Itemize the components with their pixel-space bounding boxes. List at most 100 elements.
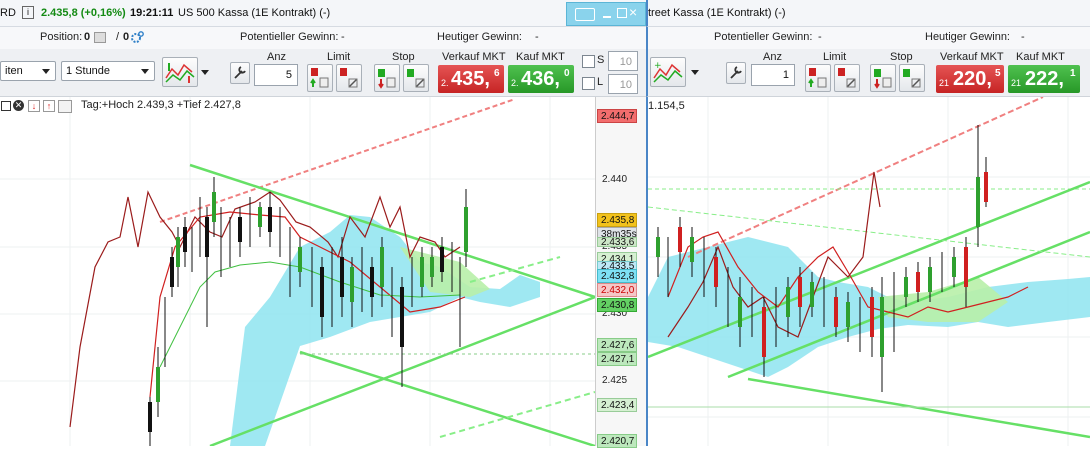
right-buy-price-main: 222, bbox=[1025, 68, 1064, 90]
left-chart[interactable]: ✕ ↓ ↑ Tag:+Hoch 2.439,3 +Tief 2.427,8 bbox=[0, 97, 595, 446]
buy-price-sup: 0 bbox=[564, 68, 570, 79]
timeframe-mode-select[interactable]: iten bbox=[0, 61, 56, 81]
buy-price-prefix: 2. bbox=[511, 78, 519, 88]
window-icon[interactable] bbox=[1, 101, 11, 111]
right-title-bar: treet Kassa (1E Kontrakt) (-) bbox=[646, 0, 1090, 27]
right-limit-buy-button[interactable] bbox=[805, 64, 831, 92]
right-instrument-name: treet Kassa (1E Kontrakt) (-) bbox=[648, 7, 786, 19]
sell-price-sup: 6 bbox=[494, 68, 500, 79]
stop-checkbox[interactable] bbox=[582, 55, 595, 68]
left-title-bar: RD i 2.435,8 (+0,16%) 19:21:11 US 500 Ka… bbox=[0, 0, 646, 27]
limit-buy-button[interactable] bbox=[307, 64, 333, 92]
chart-header: ✕ ↓ ↑ Tag:+Hoch 2.439,3 +Tief 2.427,8 bbox=[0, 99, 300, 113]
limit-l-label: L bbox=[597, 76, 604, 88]
right-stop-label: Stop bbox=[890, 51, 913, 63]
position-label: Position: bbox=[40, 31, 83, 43]
right-qty-label: Anz bbox=[763, 51, 782, 63]
left-price-labels: 2.444,7 2.435,8 38m35s 2.433,6 2.434,1 2… bbox=[597, 97, 637, 448]
tag-icon[interactable] bbox=[58, 100, 72, 113]
potential-gain-value: - bbox=[341, 31, 345, 43]
price-label: 2.433,6 bbox=[597, 237, 637, 247]
left-chart-canvas[interactable] bbox=[0, 97, 595, 446]
right-today-gain-value: - bbox=[1021, 31, 1025, 43]
keyboard-toolbar[interactable]: × bbox=[566, 2, 646, 26]
price-label: 2.432,8 bbox=[597, 269, 637, 283]
right-limit-sell-button[interactable] bbox=[834, 64, 860, 92]
potential-gain-label: Potentieller Gewinn: bbox=[240, 31, 339, 43]
right-sell-mkt-button[interactable]: 21 220, 5 bbox=[936, 65, 1004, 93]
arrow-down-icon[interactable]: ↓ bbox=[28, 100, 40, 112]
right-trade-panel: + Anz 1 Limit Stop Verkauf MKT 21 220, 5… bbox=[646, 49, 1090, 97]
right-today-gain-label: Heutiger Gewinn: bbox=[925, 31, 1010, 43]
left-trade-panel: iten 1 Stunde Anz 5 Limit Stop Verkauf M… bbox=[0, 49, 646, 97]
wrench-button[interactable] bbox=[230, 62, 250, 84]
stop-buy-button[interactable] bbox=[374, 64, 400, 92]
limit-sell-button[interactable] bbox=[336, 64, 362, 92]
keyboard-icon[interactable] bbox=[575, 8, 595, 21]
minimize-icon[interactable] bbox=[603, 16, 611, 18]
today-gain-value: - bbox=[535, 31, 539, 43]
interval-value: 1 Stunde bbox=[66, 65, 111, 77]
instrument-name: US 500 Kassa (1E Kontrakt) (-) bbox=[178, 7, 331, 19]
svg-text:+: + bbox=[654, 61, 662, 71]
instrument-prefix: RD bbox=[0, 7, 16, 19]
chart-type-button[interactable] bbox=[162, 57, 198, 87]
price-label: 2.435,8 bbox=[597, 213, 637, 227]
right-position-row: Potentieller Gewinn: - Heutiger Gewinn: … bbox=[646, 27, 1090, 50]
clock: 19:21:11 bbox=[130, 7, 174, 19]
close-window-icon[interactable]: × bbox=[629, 4, 637, 20]
limit-checkbox[interactable] bbox=[582, 77, 595, 90]
buy-price-main: 436, bbox=[521, 68, 560, 90]
stop-distance-input[interactable]: 10 bbox=[608, 51, 638, 71]
right-sell-price-main: 220, bbox=[953, 68, 992, 90]
stop-sell-button[interactable] bbox=[403, 64, 429, 92]
gear-icon[interactable] bbox=[130, 30, 144, 44]
sell-mkt-button[interactable]: 2. 435, 6 bbox=[438, 65, 504, 93]
price-label: 2.427,6 bbox=[597, 338, 637, 352]
timeframe-mode-value: iten bbox=[5, 65, 23, 77]
info-icon[interactable]: i bbox=[22, 6, 34, 19]
position-value: 0 bbox=[84, 31, 91, 43]
price-label: 2.432,0 bbox=[597, 283, 637, 297]
maximize-icon[interactable] bbox=[617, 8, 627, 18]
price-label: 2.430,8 bbox=[597, 298, 637, 312]
slash: / bbox=[116, 31, 120, 43]
close-icon[interactable]: ✕ bbox=[13, 100, 24, 111]
buy-mkt-label: Kauf MKT bbox=[516, 51, 565, 63]
limit-label: Limit bbox=[327, 51, 351, 63]
right-sell-price-sup: 5 bbox=[995, 68, 1001, 79]
chart-mini-icon[interactable] bbox=[94, 32, 106, 43]
right-buy-price-sup: 1 bbox=[1070, 68, 1076, 79]
sell-price-prefix: 2. bbox=[441, 78, 449, 88]
right-stop-buy-button[interactable] bbox=[870, 64, 896, 92]
right-chart-canvas[interactable] bbox=[648, 97, 1090, 446]
arrow-up-icon[interactable]: ↑ bbox=[43, 100, 55, 112]
right-chart[interactable]: 1.154,5 bbox=[646, 97, 1090, 446]
price-label: 2.423,4 bbox=[597, 398, 637, 412]
right-axis-top-label: 1.154,5 bbox=[648, 100, 685, 112]
right-wrench-button[interactable] bbox=[726, 62, 746, 84]
buy-mkt-button[interactable]: 2. 436, 0 bbox=[508, 65, 574, 93]
right-buy-mkt-label: Kauf MKT bbox=[1016, 51, 1065, 63]
left-position-row: Position: 0 / 0 Potentieller Gewinn: - H… bbox=[0, 27, 646, 50]
sell-mkt-label: Verkauf MKT bbox=[442, 51, 506, 63]
day-high-low: Tag:+Hoch 2.439,3 +Tief 2.427,8 bbox=[81, 99, 241, 111]
right-chart-type-button[interactable]: + bbox=[650, 57, 686, 87]
qty-input[interactable]: 5 bbox=[254, 64, 298, 86]
price-label: 2.444,7 bbox=[597, 109, 637, 123]
sell-price-main: 435, bbox=[451, 68, 490, 90]
right-qty-input[interactable]: 1 bbox=[751, 64, 795, 86]
price-change: 2.435,8 (+0,16%) bbox=[41, 7, 126, 19]
right-sell-price-prefix: 21 bbox=[939, 78, 950, 88]
chart-type-dropdown-icon[interactable] bbox=[201, 70, 209, 75]
limit-distance-input[interactable]: 10 bbox=[608, 74, 638, 94]
stop-s-label: S bbox=[597, 54, 605, 66]
today-gain-label: Heutiger Gewinn: bbox=[437, 31, 522, 43]
right-stop-sell-button[interactable] bbox=[899, 64, 925, 92]
stop-label: Stop bbox=[392, 51, 415, 63]
right-chart-type-dropdown-icon[interactable] bbox=[691, 70, 699, 75]
interval-select[interactable]: 1 Stunde bbox=[61, 61, 155, 81]
right-buy-mkt-button[interactable]: 21 222, 1 bbox=[1008, 65, 1080, 93]
right-potential-gain-label: Potentieller Gewinn: bbox=[714, 31, 813, 43]
right-limit-label: Limit bbox=[823, 51, 847, 63]
